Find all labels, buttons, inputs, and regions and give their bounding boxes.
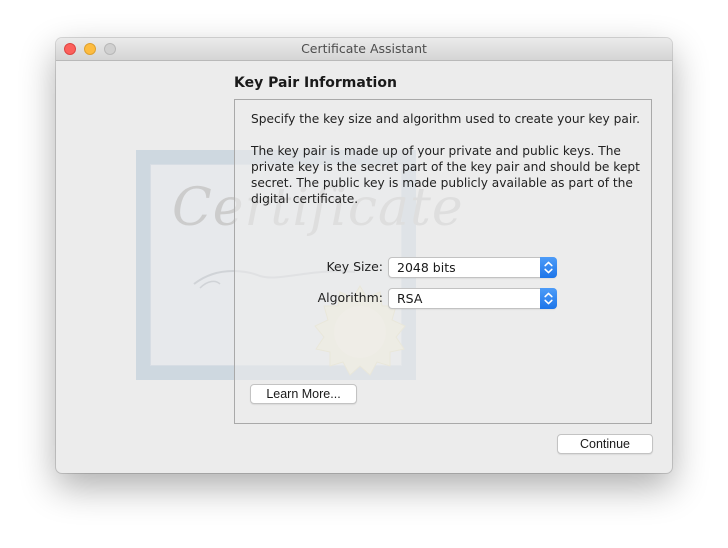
- key-size-value: 2048 bits: [397, 260, 456, 275]
- chevron-up-down-icon: [544, 261, 553, 274]
- algorithm-popup[interactable]: RSA: [388, 288, 557, 309]
- algorithm-value: RSA: [397, 291, 423, 306]
- certificate-assistant-window: Certificate Assistant Certificate Key Pa…: [56, 38, 672, 473]
- learn-more-button[interactable]: Learn More...: [250, 384, 357, 404]
- title-bar[interactable]: Certificate Assistant: [56, 38, 672, 61]
- chevron-up-down-icon: [544, 292, 553, 305]
- algorithm-stepper[interactable]: [540, 288, 557, 309]
- content-box: Specify the key size and algorithm used …: [234, 99, 652, 424]
- algorithm-label: Algorithm:: [317, 290, 383, 305]
- window-title: Certificate Assistant: [301, 41, 427, 56]
- key-size-stepper[interactable]: [540, 257, 557, 278]
- page-heading: Key Pair Information: [234, 75, 397, 91]
- instructions-text: Specify the key size and algorithm used …: [251, 112, 640, 126]
- description-text: The key pair is made up of your private …: [251, 144, 640, 206]
- key-size-label: Key Size:: [326, 259, 383, 274]
- key-size-popup[interactable]: 2048 bits: [388, 257, 557, 278]
- continue-button[interactable]: Continue: [557, 434, 653, 454]
